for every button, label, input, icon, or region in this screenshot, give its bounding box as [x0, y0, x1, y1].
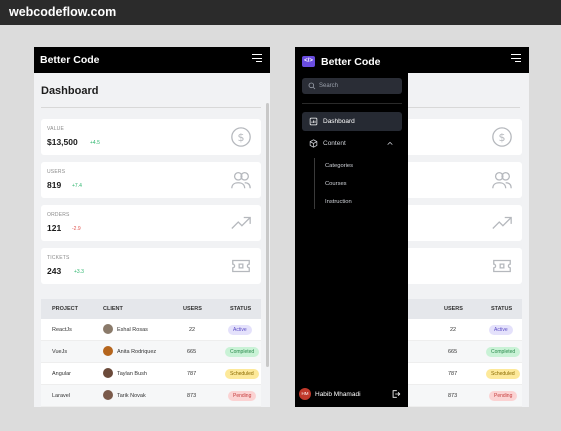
status-badge: Active — [489, 325, 513, 335]
table-row[interactable]: Laravel Tarik Novak 873 Pending — [41, 385, 261, 407]
table-row[interactable]: VueJs Anita Rodriquez 665 Completed — [41, 341, 261, 363]
cell-project: Laravel — [52, 393, 71, 399]
cell-users: 787 — [448, 371, 458, 377]
cell-client: Eshal Rosas — [117, 327, 148, 333]
svg-text:$: $ — [499, 131, 506, 144]
header-users: USERS — [183, 306, 202, 312]
avatar: HM — [299, 388, 311, 400]
avatar — [103, 346, 113, 356]
phone-preview-right: $ USERS STATUS 22 Active 665 Completed 7… — [295, 47, 529, 407]
header-users: USERS — [444, 306, 463, 312]
hamburger-menu-icon[interactable] — [252, 54, 262, 63]
stat-card-orders: ORDERS 121 -2.9 — [41, 205, 261, 241]
cell-project: ReactJs — [52, 327, 72, 333]
users-icon — [231, 172, 251, 189]
cell-project: Angular — [52, 371, 71, 377]
cell-client: Taylan Bush — [117, 371, 147, 377]
cell-project: VueJs — [52, 349, 68, 355]
hamburger-menu-icon[interactable] — [511, 54, 521, 63]
card-label: USERS — [47, 169, 66, 175]
sidebar-item-label: Content — [323, 140, 346, 147]
card-label: VALUE — [47, 126, 65, 132]
divider — [302, 103, 402, 104]
card-label: ORDERS — [47, 212, 70, 218]
cell-users: 665 — [448, 349, 458, 355]
page-title: Dashboard — [41, 85, 99, 97]
search-input[interactable]: Search — [302, 78, 402, 94]
sidebar-title: Better Code — [321, 56, 381, 68]
card-change: +4.5 — [90, 140, 100, 146]
card-label: TICKETS — [47, 255, 70, 261]
sidebar-subitem-categories[interactable]: Categories — [325, 163, 353, 169]
ticket-icon — [493, 259, 511, 273]
header-status: STATUS — [491, 306, 513, 312]
cell-users: 787 — [187, 371, 197, 377]
logout-icon[interactable] — [391, 389, 401, 399]
avatar — [103, 368, 113, 378]
site-brand: webcodeflow.com — [9, 5, 117, 19]
status-badge: Pending — [489, 391, 518, 401]
submenu-line — [314, 158, 315, 209]
card-change: -2.9 — [72, 226, 81, 232]
dollar-icon: $ — [492, 127, 512, 147]
sidebar-subitem-courses[interactable]: Courses — [325, 181, 347, 187]
header-project: PROJECT — [52, 306, 78, 312]
scrollbar[interactable] — [266, 103, 269, 367]
card-value: 243 — [47, 266, 62, 276]
card-change: +3.3 — [74, 269, 84, 275]
status-badge: Scheduled — [225, 369, 259, 379]
divider — [41, 107, 261, 108]
stat-card-users: USERS 819 +7.4 — [41, 162, 261, 198]
user-name: Habib Mhamadi — [315, 391, 361, 398]
cell-client: Anita Rodriquez — [117, 349, 157, 355]
table-header: PROJECT CLIENT USERS STATUS — [41, 299, 261, 319]
cube-icon — [309, 139, 318, 148]
trending-up-icon — [231, 216, 251, 229]
avatar — [103, 324, 113, 334]
ticket-icon — [232, 259, 250, 273]
app-title: Better Code — [40, 54, 100, 66]
table-row[interactable]: ReactJs Eshal Rosas 22 Active — [41, 319, 261, 341]
stat-card-tickets: TICKETS 243 +3.3 — [41, 248, 261, 284]
users-icon — [492, 172, 512, 189]
card-value: 819 — [47, 180, 62, 190]
status-badge: Scheduled — [486, 369, 520, 379]
dollar-icon: $ — [231, 127, 251, 147]
sidebar-item-label: Dashboard — [323, 118, 355, 125]
code-logo-icon: </> — [302, 56, 315, 67]
avatar — [103, 390, 113, 400]
cell-users: 665 — [187, 349, 197, 355]
sidebar-subitem-instruction[interactable]: Instruction — [325, 199, 352, 205]
cell-users: 22 — [450, 327, 457, 333]
cell-users: 22 — [189, 327, 196, 333]
phone-preview-left: Better Code Dashboard VALUE $13,500 +4.5… — [34, 47, 270, 407]
stat-card-value: VALUE $13,500 +4.5 $ — [41, 119, 261, 155]
card-value: $13,500 — [47, 137, 78, 147]
search-icon — [308, 82, 316, 90]
card-change: +7.4 — [72, 183, 82, 189]
cell-users: 873 — [448, 393, 458, 399]
sidebar-item-dashboard[interactable]: Dashboard — [302, 112, 402, 131]
trending-up-icon — [492, 216, 512, 229]
search-placeholder: Search — [319, 83, 339, 89]
cell-users: 873 — [187, 393, 197, 399]
header-client: CLIENT — [103, 306, 123, 312]
svg-text:$: $ — [238, 131, 245, 144]
status-badge: Pending — [228, 391, 257, 401]
table-row[interactable]: Angular Taylan Bush 787 Scheduled — [41, 363, 261, 385]
status-badge: Active — [228, 325, 252, 335]
status-badge: Completed — [225, 347, 260, 357]
header-status: STATUS — [230, 306, 252, 312]
sidebar-item-content[interactable]: Content — [302, 134, 402, 153]
site-banner: webcodeflow.com — [0, 0, 561, 25]
status-badge: Completed — [486, 347, 521, 357]
sidebar: </> Better Code Search Dashboard Content… — [295, 47, 408, 407]
cell-client: Tarik Novak — [117, 393, 146, 399]
chevron-up-icon — [387, 141, 393, 145]
card-value: 121 — [47, 223, 62, 233]
app-header: Better Code — [34, 47, 270, 73]
dashboard-icon — [309, 117, 318, 126]
